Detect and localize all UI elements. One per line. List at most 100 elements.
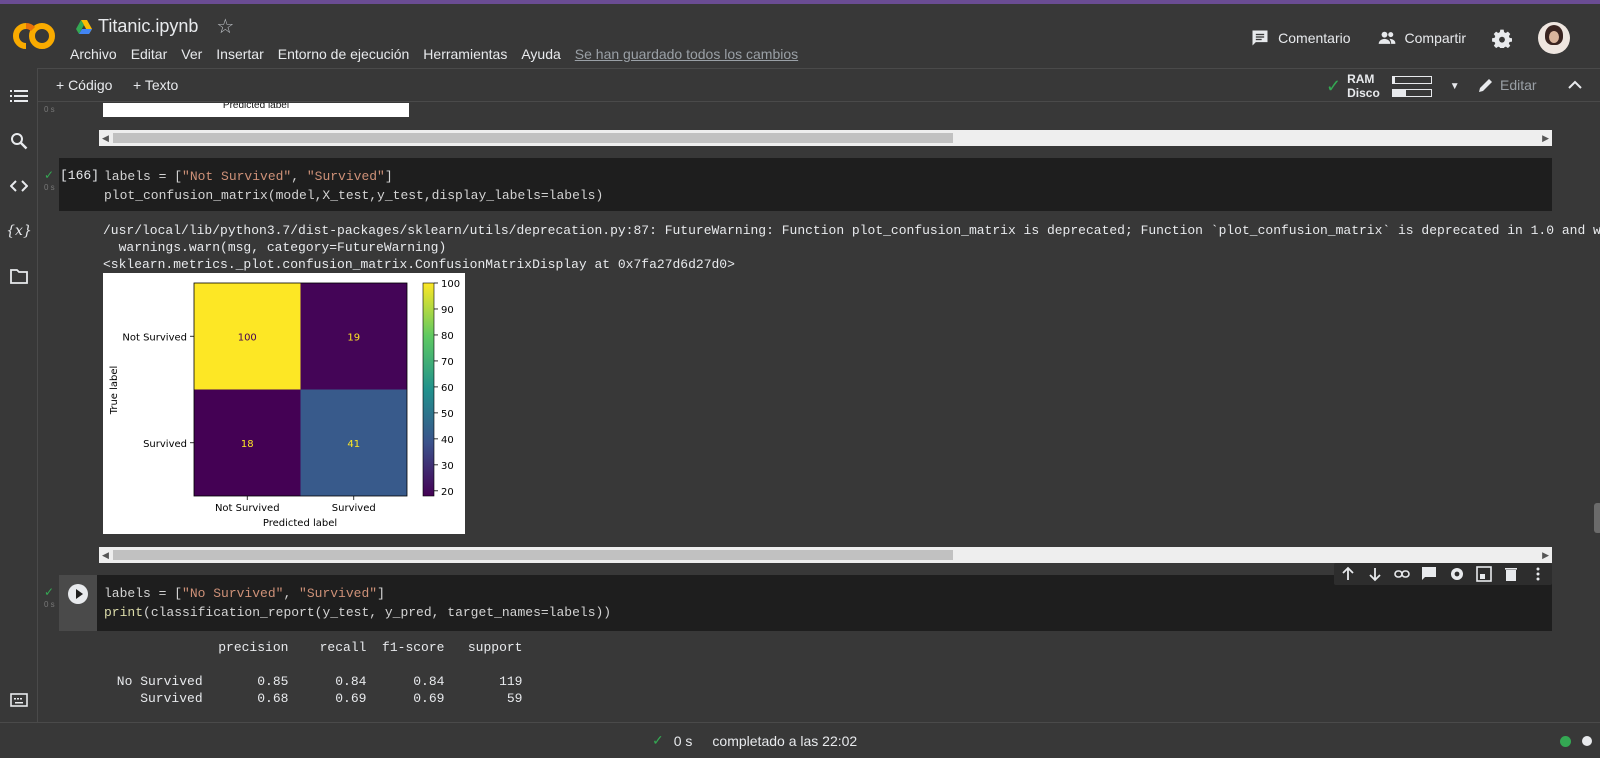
variables-icon[interactable]: {𝑥} [6, 221, 32, 241]
run-cell-button[interactable] [59, 575, 97, 631]
comment-label: Comentario [1278, 30, 1351, 46]
collapse-chevron-icon[interactable] [1568, 79, 1582, 91]
play-icon [68, 584, 88, 604]
menu-archivo[interactable]: Archivo [70, 46, 117, 62]
confusion-matrix-chart: 100 19 18 41 True label Predicted label Not… [103, 273, 465, 534]
warning-line2: warnings.warn(msg, category=FutureWarnin… [103, 240, 447, 255]
report-row-survived: Survived 0.68 0.69 0.69 59 [109, 691, 523, 706]
warning-line1: /usr/local/lib/python3.7/dist-packages/s… [103, 223, 1600, 238]
cell-166-done-icon: ✓ [44, 168, 55, 182]
share-button[interactable]: Compartir [1377, 28, 1466, 48]
status-corner-indicator [1582, 736, 1592, 746]
menu-insertar[interactable]: Insertar [216, 46, 263, 62]
pencil-icon [1479, 79, 1492, 92]
delete-icon[interactable] [1503, 566, 1519, 582]
repr-line: <sklearn.metrics._plot.confusion_matrix.… [103, 257, 735, 272]
header-actions: Comentario Compartir [1250, 22, 1600, 54]
exec-time-top: 0 s [44, 105, 55, 114]
toc-icon[interactable] [9, 86, 29, 106]
drive-icon [76, 19, 92, 34]
saved-status[interactable]: Se han guardado todos los cambios [575, 46, 798, 62]
cell-166-exec-time: 0 s [44, 183, 55, 192]
menu-bar: Archivo Editar Ver Insertar Entorno de e… [70, 46, 812, 62]
vertical-scrollbar-thumb[interactable] [1594, 503, 1600, 533]
cm-value-1-0: 18 [241, 439, 254, 450]
cm-value-0-0: 100 [238, 332, 257, 343]
x-axis-label: Predicted label [263, 518, 337, 529]
colorbar-tick-label: 30 [441, 461, 454, 472]
classification-report-output: precision recall f1-score support No Sur… [109, 639, 523, 707]
cell-next-exec-time: 0 s [44, 600, 55, 609]
edit-button[interactable]: Editar [1478, 77, 1537, 93]
report-row-no-survived: No Survived 0.85 0.84 0.84 119 [109, 674, 523, 689]
link-icon[interactable] [1394, 566, 1410, 582]
notebook-main: 0 s Predicted label ◀ ▶ ✓ 0 s [166] labe… [38, 103, 1600, 722]
x-tick-label: Not Survived [215, 503, 280, 514]
cell-settings-icon[interactable] [1449, 566, 1465, 582]
colorbar-tick-label: 90 [441, 305, 454, 316]
cell-next-done-icon: ✓ [44, 585, 55, 599]
folder-icon[interactable] [9, 266, 29, 286]
status-time: 0 s [673, 732, 693, 749]
cell-next-source[interactable]: labels = ["No Survived", "Survived"] pri… [104, 584, 611, 622]
cm-value-0-1: 19 [347, 332, 360, 343]
report-header: precision recall f1-score support [109, 640, 523, 655]
comment-icon [1252, 30, 1268, 46]
menu-editar[interactable]: Editar [131, 46, 168, 62]
connected-check-icon: ✓ [1326, 75, 1342, 96]
menu-ver[interactable]: Ver [181, 46, 202, 62]
colorbar-tick-label: 50 [441, 409, 454, 420]
add-code-button[interactable]: + Código [56, 77, 112, 93]
colorbar-tick-label: 100 [441, 279, 460, 290]
people-icon [1378, 31, 1395, 44]
mirror-cell-icon[interactable] [1476, 566, 1492, 582]
terminal-icon[interactable] [9, 690, 29, 710]
horizontal-scrollbar-bottom[interactable]: ◀ ▶ [99, 547, 1552, 563]
code-cell-166[interactable]: [166] labels = ["Not Survived", "Survive… [59, 158, 1552, 211]
colorbar-tick-label: 60 [441, 383, 454, 394]
edit-label: Editar [1500, 77, 1537, 93]
colab-logo[interactable] [12, 18, 56, 54]
status-text: completado a las 22:02 [712, 732, 858, 749]
comment-cell-icon[interactable] [1421, 566, 1437, 582]
previous-plot-xlabel: Predicted label [222, 103, 290, 111]
notebook-title[interactable]: Titanic.ipynb [98, 16, 198, 37]
more-options-icon[interactable] [1530, 566, 1546, 582]
connection-status-dot[interactable] [1560, 736, 1571, 747]
cell-166-source[interactable]: labels = ["Not Survived", "Survived"] pl… [104, 167, 603, 205]
disk-bar [1391, 88, 1432, 97]
warning-output: /usr/local/lib/python3.7/dist-packages/s… [103, 222, 1600, 273]
x-tick-label: Survived [332, 503, 376, 514]
avatar[interactable] [1538, 22, 1570, 54]
colorbar-tick-label: 40 [441, 435, 454, 446]
notebook-toolbar: + Código + Texto ✓ RAM Disco ▼ Editar [38, 68, 1600, 102]
menu-entorno[interactable]: Entorno de ejecución [278, 46, 410, 62]
resources-indicator[interactable]: ✓ RAM Disco ▼ [1326, 72, 1460, 100]
disk-label: Disco [1347, 86, 1380, 100]
star-icon[interactable]: ☆ [216, 14, 234, 39]
gear-icon [1492, 29, 1512, 48]
settings-button[interactable] [1492, 28, 1512, 48]
add-text-button[interactable]: + Texto [133, 77, 178, 93]
comment-button[interactable]: Comentario [1250, 28, 1351, 48]
cell-prompt: [166] [60, 168, 100, 183]
menu-ayuda[interactable]: Ayuda [521, 46, 560, 62]
menu-herramientas[interactable]: Herramientas [423, 46, 507, 62]
search-icon[interactable] [9, 131, 29, 151]
ram-label: RAM [1347, 72, 1375, 86]
dropdown-caret-icon[interactable]: ▼ [1450, 81, 1460, 92]
header: Titanic.ipynb ☆ Archivo Editar Ver Inser… [0, 4, 1600, 68]
code-snippets-icon[interactable] [9, 176, 29, 196]
ram-bar-fill [1392, 76, 1395, 83]
colorbar-tick-label: 80 [441, 331, 454, 342]
cm-value-1-1: 41 [347, 439, 360, 450]
move-down-icon[interactable] [1367, 566, 1383, 582]
colorbar-tick-label: 20 [441, 487, 454, 498]
previous-plot-bottom: Predicted label [103, 103, 409, 117]
move-up-icon[interactable] [1340, 566, 1356, 582]
colorbar-tick-label: 70 [441, 357, 454, 368]
notebook-title-area: Titanic.ipynb ☆ [76, 14, 234, 39]
share-label: Compartir [1404, 30, 1466, 46]
status-info[interactable]: ✓ 0 s completado a las 22:02 [652, 732, 857, 749]
horizontal-scrollbar-top[interactable]: ◀ ▶ [99, 130, 1552, 146]
